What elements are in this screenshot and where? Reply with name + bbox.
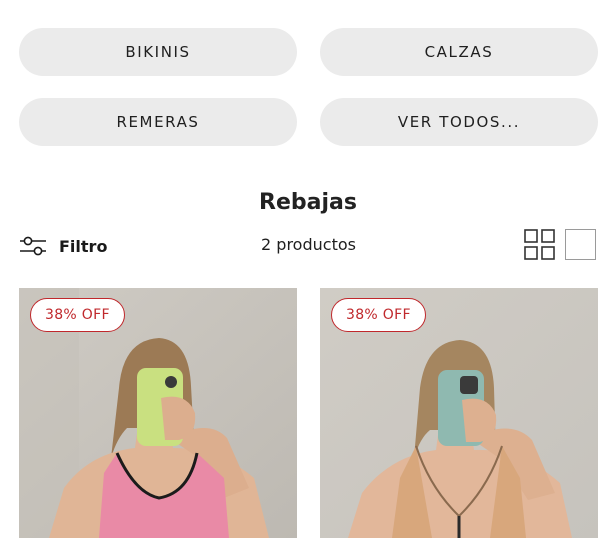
filter-label: Filtro (59, 236, 108, 256)
category-button-bikinis[interactable]: BIKINIS (19, 28, 297, 76)
discount-badge: 38% OFF (331, 298, 426, 332)
sliders-icon (20, 236, 46, 256)
filter-button[interactable]: Filtro (19, 229, 107, 263)
product-toolbar: Filtro 2 productos (19, 229, 598, 263)
product-card[interactable]: 38% OFF (19, 288, 297, 538)
category-button-ver-todos[interactable]: VER TODOS... (320, 98, 598, 146)
product-grid: 38% OFF 38% OFF (19, 288, 598, 538)
category-button-remeras[interactable]: REMERAS (19, 98, 297, 146)
section-title: Rebajas (259, 190, 357, 215)
discount-badge: 38% OFF (30, 298, 125, 332)
category-button-calzas[interactable]: CALZAS (320, 28, 598, 76)
grid-view-icon[interactable] (524, 229, 555, 260)
product-card[interactable]: 38% OFF (320, 288, 598, 538)
single-view-icon[interactable] (565, 229, 596, 260)
category-grid: BIKINIS CALZAS REMERAS VER TODOS... (19, 28, 598, 146)
